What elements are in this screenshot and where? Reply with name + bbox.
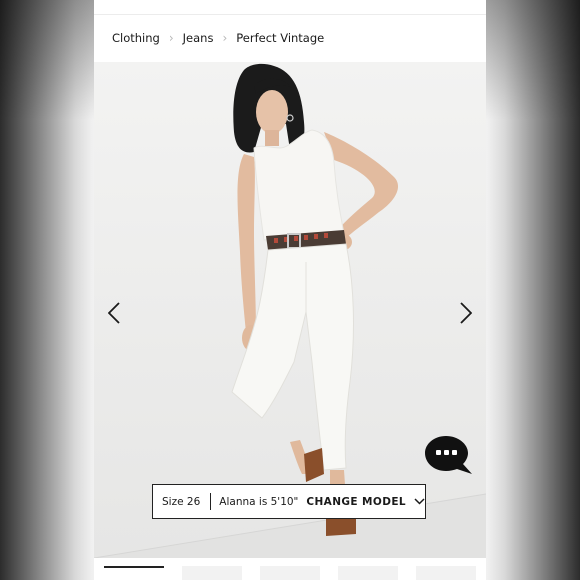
chevron-right-icon: ›: [168, 31, 174, 45]
breadcrumb-item-clothing[interactable]: Clothing: [112, 31, 160, 45]
breadcrumb: Clothing › Jeans › Perfect Vintage: [112, 31, 324, 45]
chat-bubble-icon: [425, 436, 472, 474]
chevron-right-icon: ›: [222, 31, 228, 45]
breadcrumb-item-jeans[interactable]: Jeans: [183, 31, 214, 45]
chevron-down-icon: [414, 498, 425, 505]
header-strip: [94, 0, 486, 15]
model-height-label: Alanna is 5'10": [219, 495, 299, 508]
chevron-right-icon: [460, 302, 472, 324]
thumbnail-strip: [94, 566, 486, 580]
product-image-gallery[interactable]: Size 26 Alanna is 5'10" CHANGE MODEL: [94, 62, 486, 558]
breadcrumb-item-current: Perfect Vintage: [236, 31, 325, 45]
gallery-next-button[interactable]: [456, 300, 476, 326]
model-size-label: Size 26: [162, 495, 201, 508]
change-model-label: CHANGE MODEL: [306, 495, 406, 508]
thumbnail-item[interactable]: [182, 566, 242, 580]
change-model-button[interactable]: CHANGE MODEL: [306, 496, 425, 508]
chat-button[interactable]: [424, 434, 474, 476]
product-page: Clothing › Jeans › Perfect Vintage Size …: [94, 0, 486, 580]
thumbnail-item[interactable]: [260, 566, 320, 580]
info-divider: [210, 493, 212, 510]
thumbnail-item[interactable]: [104, 566, 164, 580]
gallery-prev-button[interactable]: [104, 300, 124, 326]
model-info-bar: Size 26 Alanna is 5'10" CHANGE MODEL: [152, 484, 426, 519]
chevron-left-icon: [108, 302, 120, 324]
thumbnail-item[interactable]: [416, 566, 476, 580]
thumbnail-item[interactable]: [338, 566, 398, 580]
